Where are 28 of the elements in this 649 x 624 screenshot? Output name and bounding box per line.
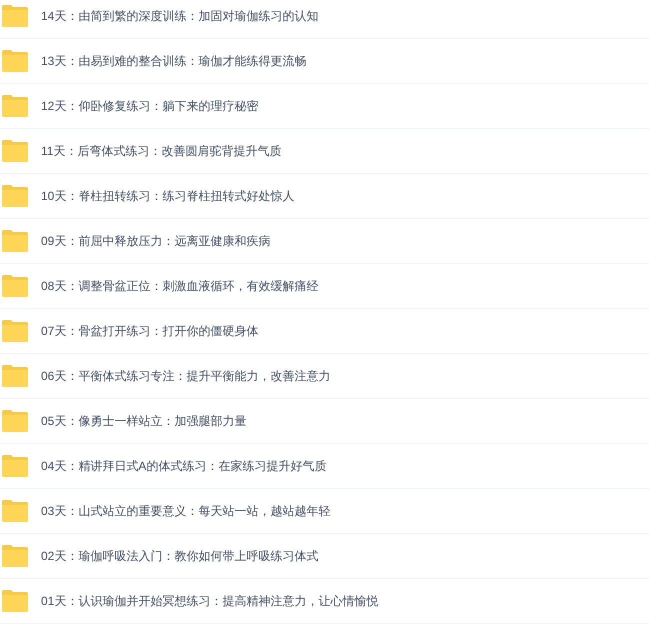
folder-icon[interactable] <box>2 5 28 27</box>
folder-icon[interactable] <box>2 590 28 612</box>
folder-name[interactable]: 02天：瑜伽呼吸法入门：教你如何带上呼吸练习体式 <box>41 547 318 565</box>
folder-name[interactable]: 13天：由易到难的整合训练：瑜伽才能练得更流畅 <box>41 52 306 70</box>
folder-icon[interactable] <box>2 95 28 117</box>
folder-name[interactable]: 06天：平衡体式练习专注：提升平衡能力，改善注意力 <box>41 367 330 385</box>
folder-icon[interactable] <box>2 455 28 477</box>
folder-icon[interactable] <box>2 320 28 342</box>
folder-icon[interactable] <box>2 545 28 567</box>
folder-name[interactable]: 08天：调整骨盆正位：刺激血液循环，有效缓解痛经 <box>41 277 318 295</box>
folder-name[interactable]: 09天：前屈中释放压力：远离亚健康和疾病 <box>41 232 270 250</box>
folder-name[interactable]: 04天：精讲拜日式A的体式练习：在家练习提升好气质 <box>41 457 326 475</box>
folder-icon[interactable] <box>2 230 28 252</box>
folder-icon[interactable] <box>2 410 28 432</box>
folder-name[interactable]: 01天：认识瑜伽并开始冥想练习：提高精神注意力，让心情愉悦 <box>41 592 378 610</box>
folder-name[interactable]: 12天：仰卧修复练习：躺下来的理疗秘密 <box>41 97 258 115</box>
folder-name[interactable]: 07天：骨盆打开练习：打开你的僵硬身体 <box>41 322 258 340</box>
folder-icon[interactable] <box>2 275 28 297</box>
folder-icon[interactable] <box>2 50 28 72</box>
folder-icon[interactable] <box>2 140 28 162</box>
folder-icon[interactable] <box>2 185 28 207</box>
folder-icon[interactable] <box>2 500 28 522</box>
folder-name[interactable]: 03天：山式站立的重要意义：每天站一站，越站越年轻 <box>41 502 330 520</box>
folder-name[interactable]: 10天：脊柱扭转练习：练习脊柱扭转式好处惊人 <box>41 187 294 205</box>
folder-name[interactable]: 11天：后弯体式练习：改善圆肩驼背提升气质 <box>41 142 282 160</box>
folder-icon[interactable] <box>2 365 28 387</box>
folder-name[interactable]: 14天：由简到繁的深度训练：加固对瑜伽练习的认知 <box>41 7 318 25</box>
folder-name[interactable]: 05天：像勇士一样站立：加强腿部力量 <box>41 412 246 430</box>
